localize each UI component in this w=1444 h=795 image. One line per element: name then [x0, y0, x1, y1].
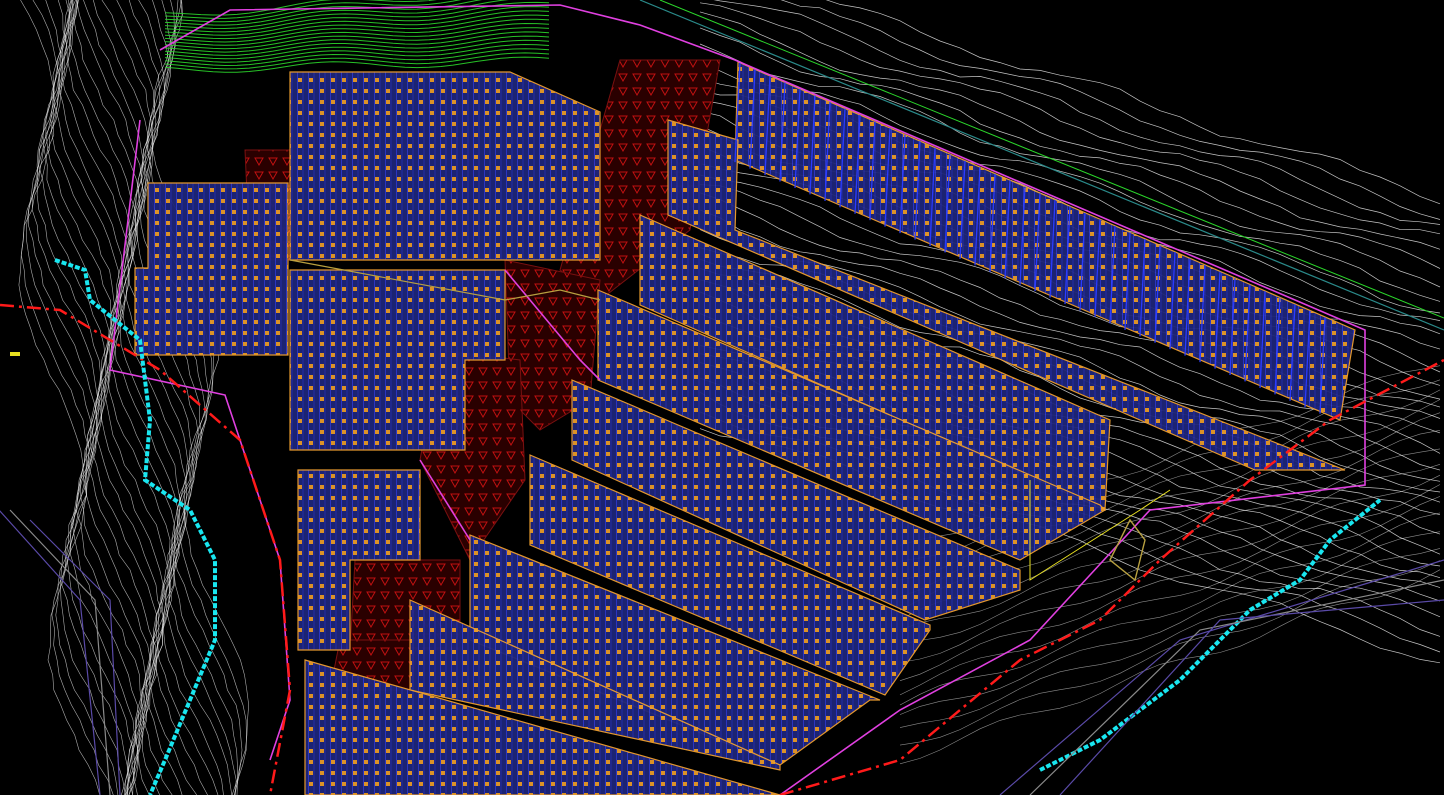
- green-contour-line: [164, 39, 550, 60]
- cyan-road: [1039, 498, 1382, 772]
- contour-line: [61, 0, 158, 795]
- contour-line: [152, 0, 250, 795]
- contour-line: [129, 0, 224, 795]
- pv-array-block: [134, 182, 289, 356]
- marker-symbol: [10, 352, 20, 356]
- terrain-line: [1059, 599, 1444, 795]
- pv-array-block: [289, 71, 601, 261]
- green-contour-line: [164, 0, 462, 19]
- contour-line: [123, 0, 208, 795]
- contour-line: [58, 0, 157, 795]
- contour-line: [76, 0, 172, 795]
- contour-line: [27, 0, 126, 795]
- cad-drawing-viewport[interactable]: [0, 0, 1444, 795]
- contour-line: [134, 0, 233, 795]
- contour-line: [147, 0, 247, 795]
- site-plan-drawing: [0, 0, 1444, 795]
- contour-line: [42, 0, 140, 795]
